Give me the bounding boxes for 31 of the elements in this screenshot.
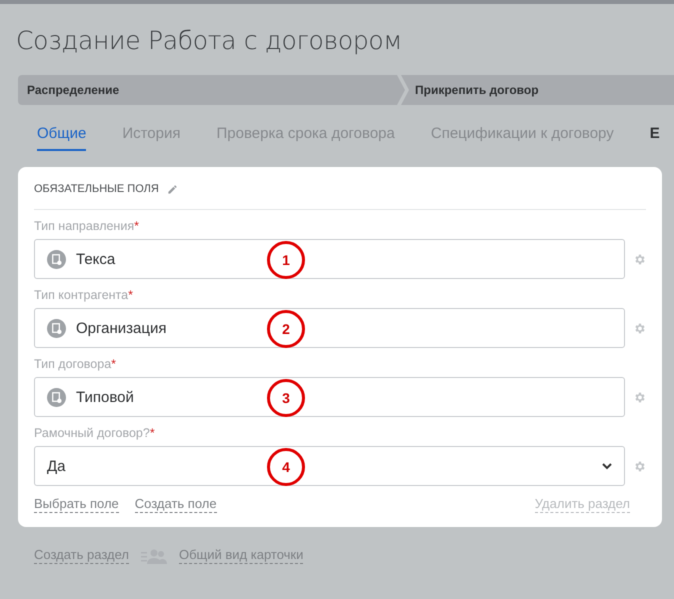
create-section-link[interactable]: Создать раздел <box>34 547 129 564</box>
annotation-marker: 4 <box>267 448 305 486</box>
field-label: Рамочный договор?* <box>34 426 156 441</box>
page-title: Создание Работа с договором <box>16 26 403 55</box>
stage-step[interactable]: Прикрепить договор <box>401 75 674 105</box>
tab[interactable]: Е <box>650 125 660 151</box>
record-icon <box>47 250 66 268</box>
lookup-field[interactable]: Типовой 3 <box>34 377 626 417</box>
section-link[interactable]: Выбрать поле <box>34 496 119 513</box>
record-icon <box>47 388 66 406</box>
tab[interactable]: Общие <box>37 125 86 151</box>
section-link[interactable]: Создать поле <box>134 496 217 513</box>
lookup-field[interactable]: Текса 1 <box>34 239 626 279</box>
select-field[interactable]: Да 4 <box>34 446 626 486</box>
field-label: Тип договора* <box>34 357 118 372</box>
record-icon <box>47 318 66 338</box>
annotation-marker: 1 <box>267 241 305 279</box>
annotation-marker: 3 <box>267 379 305 417</box>
field-label: Тип направления* <box>34 219 140 234</box>
card-view-link[interactable]: Общий вид карточки <box>178 547 304 564</box>
gear-icon[interactable] <box>633 390 646 404</box>
field-label: Тип контрагента* <box>34 288 134 303</box>
gear-icon[interactable] <box>633 460 646 472</box>
pencil-icon[interactable] <box>166 184 178 194</box>
section-title: ОБЯЗАТЕЛЬНЫЕ ПОЛЯ <box>34 183 159 195</box>
gear-icon[interactable] <box>633 322 646 334</box>
gear-icon[interactable] <box>633 252 646 266</box>
chevron-down-icon <box>602 462 612 470</box>
stage-step[interactable]: Распределение <box>18 75 405 105</box>
annotation-marker: 2 <box>267 310 305 348</box>
lookup-field[interactable]: Организация 2 <box>34 308 626 348</box>
